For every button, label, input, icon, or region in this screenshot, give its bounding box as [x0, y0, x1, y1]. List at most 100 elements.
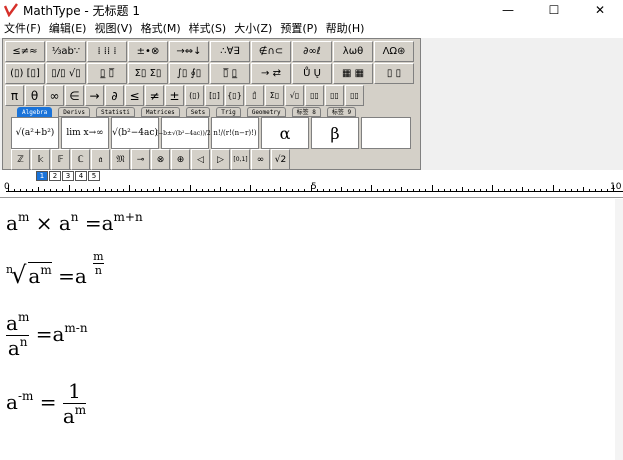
- fraktur-a-button[interactable]: 𝔞: [91, 149, 110, 170]
- menu-edit[interactable]: 编辑(E): [45, 20, 91, 38]
- bar-4-button[interactable]: 4: [75, 171, 87, 181]
- triangle-left-button[interactable]: ◁: [191, 149, 210, 170]
- eq1-base-a3: a: [101, 211, 114, 235]
- element-of-button[interactable]: ∈: [65, 85, 84, 106]
- tab-trig[interactable]: Trig: [216, 107, 241, 117]
- template-discriminant[interactable]: √(b²−4ac): [111, 117, 159, 149]
- small-symbol-bar: π θ ∞ ∈ → ∂ ≤ ≠ ± (▯) [▯] {▯} ▯̂ Σ▯ √▯ ▯…: [5, 85, 365, 106]
- spaces-ellipses-palette[interactable]: ⅓ab∵: [46, 41, 86, 62]
- underbar-overbar-palette[interactable]: ▯̅ ▯̲: [210, 63, 250, 84]
- labeled-arrow-palette[interactable]: → ⇄: [251, 63, 291, 84]
- arrow-button[interactable]: →: [85, 85, 104, 106]
- fence-templates-palette[interactable]: (▯) [▯]: [5, 63, 45, 84]
- minimize-button[interactable]: —: [485, 0, 531, 20]
- bar-5-button[interactable]: 5: [88, 171, 100, 181]
- menu-file[interactable]: 文件(F): [0, 20, 45, 38]
- ruler-tick: [582, 187, 584, 192]
- template-quadratic[interactable]: (−b±√(b²−4ac))/2a: [156, 117, 214, 149]
- menu-help[interactable]: 帮助(H): [322, 20, 369, 38]
- subscript-button[interactable]: ▯▯: [325, 85, 344, 106]
- misc-symbols-palette[interactable]: ∂∞ℓ: [292, 41, 332, 62]
- close-button[interactable]: ✕: [577, 0, 623, 20]
- products-set-palette[interactable]: Ů Ų: [292, 63, 332, 84]
- sum-button[interactable]: Σ▯: [265, 85, 284, 106]
- plus-minus-button[interactable]: ±: [165, 85, 184, 106]
- infinity-small-button[interactable]: ∞: [251, 149, 270, 170]
- equation-1: am × an =am+n: [6, 210, 143, 235]
- brackets-button[interactable]: [▯]: [205, 85, 224, 106]
- not-equal-button[interactable]: ≠: [145, 85, 164, 106]
- ruler-tick: [183, 189, 185, 192]
- bar-1-button[interactable]: 1: [36, 171, 48, 181]
- ruler-tick: [383, 189, 385, 192]
- ruler-tick: [358, 189, 360, 192]
- greek-lowercase-palette[interactable]: λωθ: [333, 41, 373, 62]
- tab-sets[interactable]: Sets: [185, 107, 211, 117]
- ruler-tick: [322, 189, 324, 192]
- tab-statistics[interactable]: Statisti: [95, 107, 135, 117]
- template-combination[interactable]: n!/(r!(n−r)!): [211, 117, 259, 149]
- bar-3-button[interactable]: 3: [62, 171, 74, 181]
- triangle-right-button[interactable]: ▷: [211, 149, 230, 170]
- box-templates-palette[interactable]: ▯ ▯: [374, 63, 414, 84]
- template-alpha[interactable]: α: [261, 117, 309, 149]
- greek-uppercase-palette[interactable]: ΛΩ⊛: [374, 41, 414, 62]
- fraktur-m-button[interactable]: 𝔐: [111, 149, 130, 170]
- superscript-button[interactable]: ▯▯: [305, 85, 324, 106]
- arrow-symbols-palette[interactable]: →⇔↓: [169, 41, 209, 62]
- menu-preferences[interactable]: 预置(P): [276, 20, 321, 38]
- menu-style[interactable]: 样式(S): [185, 20, 231, 38]
- tab-label-9[interactable]: 标签 9: [326, 107, 357, 117]
- theta-button[interactable]: θ: [25, 85, 44, 106]
- fraction-radical-palette[interactable]: ▯/▯ √▯: [46, 63, 86, 84]
- template-limit[interactable]: lim x→∞: [61, 117, 109, 149]
- tab-algebra[interactable]: Algebra: [17, 107, 53, 117]
- set-theory-palette[interactable]: ∉∩⊂: [251, 41, 291, 62]
- menu-view[interactable]: 视图(V): [90, 20, 136, 38]
- braces-button[interactable]: {▯}: [225, 85, 244, 106]
- complex-button[interactable]: ℂ: [71, 149, 90, 170]
- menu-format[interactable]: 格式(M): [137, 20, 185, 38]
- matrix-palette[interactable]: ▦ ▦: [333, 63, 373, 84]
- infinity-button[interactable]: ∞: [45, 85, 64, 106]
- template-empty[interactable]: [361, 117, 411, 149]
- ruler-tick: [419, 189, 421, 192]
- bar-2-button[interactable]: 2: [49, 171, 61, 181]
- matrix-button[interactable]: ▯▯: [345, 85, 364, 106]
- maximize-button[interactable]: ☐: [531, 0, 577, 20]
- parentheses-button[interactable]: (▯): [185, 85, 204, 106]
- sqrt-button[interactable]: √▯: [285, 85, 304, 106]
- multimap-button[interactable]: ⊸: [131, 149, 150, 170]
- field-k-button[interactable]: 𝕜: [31, 149, 50, 170]
- otimes-button[interactable]: ⊗: [151, 149, 170, 170]
- subscript-superscript-palette[interactable]: ▯̲ ▯̅: [87, 63, 127, 84]
- relational-symbols-palette[interactable]: ≤≠≈: [5, 41, 45, 62]
- field-f-button[interactable]: 𝔽: [51, 149, 70, 170]
- tab-label-8[interactable]: 标签 8: [291, 107, 321, 117]
- template-beta[interactable]: β: [311, 117, 359, 149]
- tab-matrices[interactable]: Matrices: [140, 107, 180, 117]
- ruler[interactable]: 0 5 10: [0, 182, 623, 198]
- sqrt2-button[interactable]: √2: [271, 149, 290, 170]
- less-equal-button[interactable]: ≤: [125, 85, 144, 106]
- integral-palette[interactable]: ∫▯ ∮▯: [169, 63, 209, 84]
- oplus-button[interactable]: ⊕: [171, 149, 190, 170]
- tab-derivs[interactable]: Derivs: [58, 107, 90, 117]
- menu-size[interactable]: 大小(Z): [230, 20, 276, 38]
- equation-editor-area[interactable]: am × an =am+n n√ am =a mn am an =am-n a-m…: [0, 199, 623, 460]
- interval-button[interactable]: [0,1]: [231, 149, 250, 170]
- vertical-scrollbar[interactable]: [615, 199, 623, 460]
- embellishments-palette[interactable]: ⁞ ⁞⁞ ⁞: [87, 41, 127, 62]
- operator-symbols-palette[interactable]: ±•⊗: [128, 41, 168, 62]
- logical-symbols-palette[interactable]: ∴∀∃: [210, 41, 250, 62]
- ruler-tick: [195, 189, 197, 192]
- eq3-exp: m-n: [64, 321, 88, 335]
- summation-palette[interactable]: Σ▯ Σ▯: [128, 63, 168, 84]
- template-pythagorean[interactable]: √(a²+b²): [11, 117, 59, 149]
- integers-button[interactable]: ℤ: [11, 149, 30, 170]
- ruler-tick: [165, 189, 167, 192]
- hat-button[interactable]: ▯̂: [245, 85, 264, 106]
- partial-button[interactable]: ∂: [105, 85, 124, 106]
- tab-geometry[interactable]: Geometry: [246, 107, 286, 117]
- pi-button[interactable]: π: [5, 85, 24, 106]
